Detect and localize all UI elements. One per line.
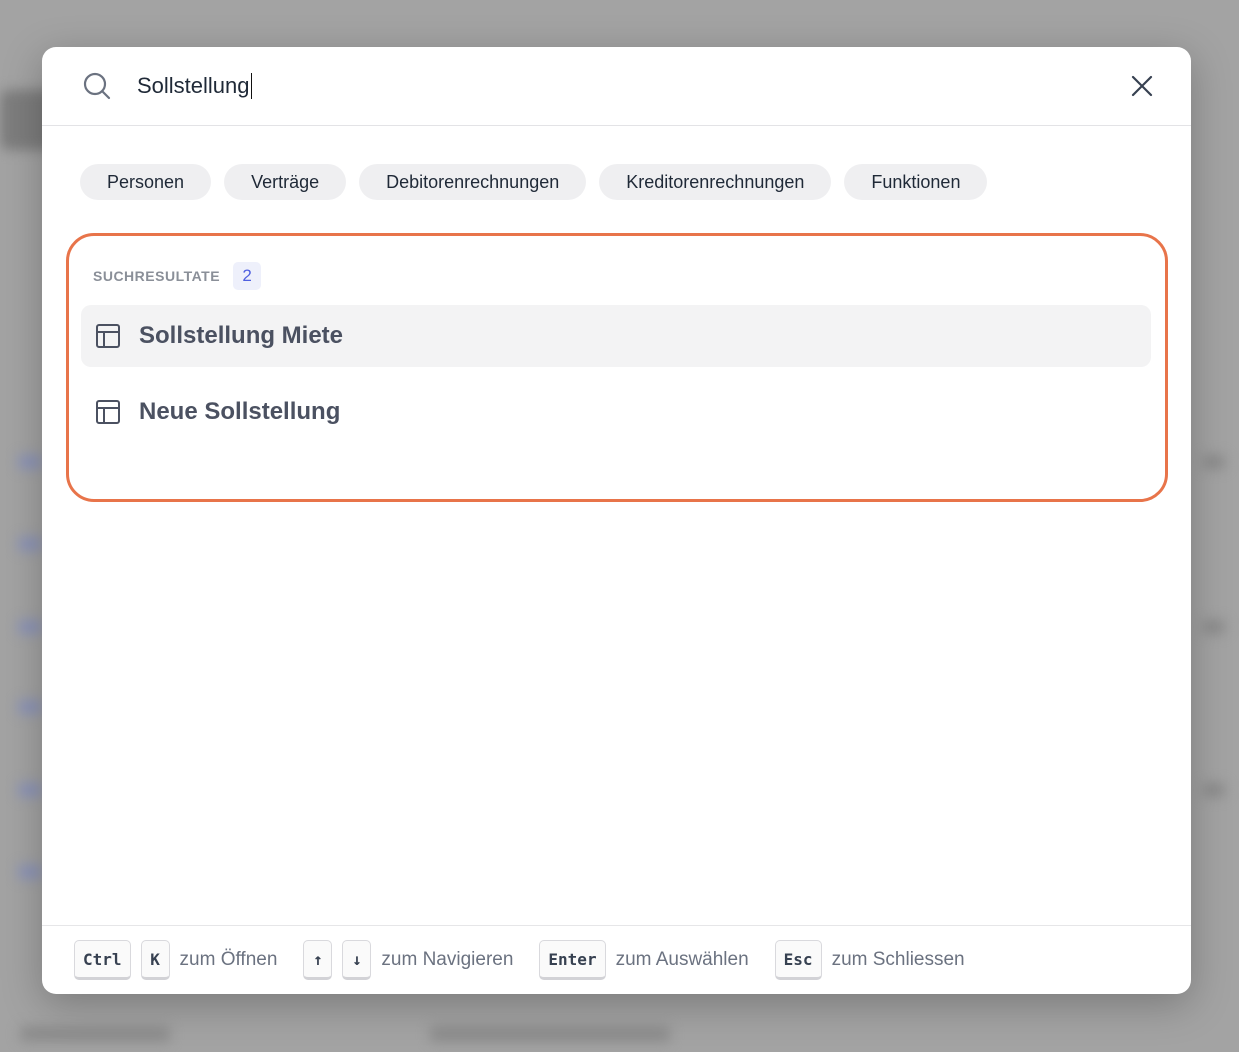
kbd-enter: Enter [539,940,606,980]
results-header: SUCHRESULTATE 2 [81,262,1151,290]
background-row [430,1026,670,1042]
hint-navigate: zum Navigieren [381,949,514,970]
result-item-neue-sollstellung[interactable]: Neue Sollstellung [81,381,1151,443]
background-row [18,455,42,469]
kbd-esc: Esc [774,940,822,980]
result-label: Sollstellung Miete [139,322,344,349]
results-heading: SUCHRESULTATE [93,268,221,284]
background-row [1203,783,1225,797]
search-icon [82,71,112,101]
filter-chip-debitorenrechnungen[interactable]: Debitorenrechnungen [359,164,587,200]
background-row [1203,455,1225,469]
kbd-arrow-down: ↓ [342,940,372,980]
search-input[interactable]: Sollstellung [137,73,1129,99]
background-row [18,620,42,634]
kbd-k: K [140,940,170,980]
hint-close: zum Schliessen [831,949,965,970]
text-caret [250,73,253,99]
filter-chip-vertraege[interactable]: Verträge [224,164,347,200]
result-item-sollstellung-miete[interactable]: Sollstellung Miete [81,305,1151,367]
background-row [18,537,42,551]
background-row [1203,620,1225,634]
search-input-value: Sollstellung [137,73,250,98]
layout-icon [95,323,121,349]
filter-chips: Personen Verträge Debitorenrechnungen Kr… [42,126,1191,200]
kbd-arrow-up: ↑ [303,940,333,980]
layout-icon [95,399,121,425]
background-row [18,700,42,714]
search-bar: Sollstellung [42,47,1191,126]
filter-chip-funktionen[interactable]: Funktionen [844,164,988,200]
hint-open: zum Öffnen [179,949,278,970]
kbd-ctrl: Ctrl [74,940,131,980]
hint-select: zum Auswählen [615,949,749,970]
filter-chip-kreditorenrechnungen[interactable]: Kreditorenrechnungen [599,164,832,200]
results-count-badge: 2 [233,262,262,290]
background-row [20,1026,170,1042]
search-results: SUCHRESULTATE 2 Sollstellung Miete Neue … [66,233,1168,502]
result-label: Neue Sollstellung [139,398,341,425]
close-icon[interactable] [1129,73,1155,99]
background-row [18,865,42,879]
filter-chip-personen[interactable]: Personen [80,164,212,200]
keyboard-hints-footer: Ctrl K zum Öffnen ↑ ↓ zum Navigieren Ent… [42,925,1191,994]
background-row [18,783,42,797]
command-palette-dialog: Sollstellung Personen Verträge Debitoren… [42,47,1191,994]
